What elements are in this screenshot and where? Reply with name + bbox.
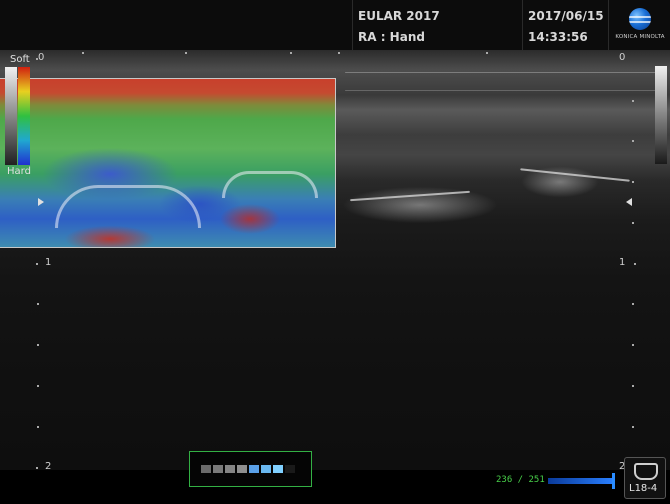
bone-contour [55, 185, 201, 228]
depth-tick [634, 263, 636, 265]
bone-contour [222, 171, 318, 198]
depth-label-left-1: 1 [45, 257, 52, 268]
depth-label-right-0: 0 [619, 52, 626, 63]
grayscale-bar [5, 67, 17, 165]
depth-tick [37, 303, 39, 305]
exam-date: 2017/06/15 [528, 9, 604, 23]
bone-surface [350, 190, 470, 202]
quality-segment [273, 465, 283, 473]
depth-tick [632, 385, 634, 387]
globe-icon [629, 8, 651, 30]
probe-icon [634, 463, 658, 480]
focus-marker-right-icon[interactable] [626, 198, 632, 206]
strain-scale [5, 67, 31, 165]
depth-tick [36, 58, 38, 60]
hard-label: Hard [7, 166, 31, 177]
probe-label: L18-4 [629, 483, 658, 494]
depth-tick [632, 222, 634, 224]
exam-label: RA : Hand [358, 30, 425, 44]
width-tick [82, 52, 84, 54]
depth-tick [36, 263, 38, 265]
depth-tick [37, 344, 39, 346]
depth-tick [632, 426, 634, 428]
depth-tick [36, 467, 38, 469]
quality-indicator [189, 451, 312, 487]
tissue-layer [345, 90, 665, 91]
probe-indicator[interactable]: L18-4 [624, 457, 666, 499]
depth-tick [37, 385, 39, 387]
quality-segment [249, 465, 259, 473]
width-tick [338, 52, 340, 54]
header-bar: EULAR 2017 RA : Hand 2017/06/15 14:33:56… [0, 0, 670, 50]
depth-tick [37, 426, 39, 428]
quality-segment [213, 465, 223, 473]
exam-time: 14:33:56 [528, 30, 588, 44]
depth-label-left-2: 2 [45, 461, 52, 472]
color-scale-bar [18, 67, 30, 165]
depth-tick [632, 303, 634, 305]
width-tick [486, 52, 488, 54]
depth-label-left-0: 0 [38, 52, 45, 63]
depth-tick [632, 344, 634, 346]
soft-label: Soft [10, 54, 30, 65]
width-tick [185, 52, 187, 54]
frame-counter: 236 / 251 [496, 475, 545, 485]
quality-segment [225, 465, 235, 473]
brand-logo: KONICA MINOLTA [612, 6, 668, 46]
width-tick [290, 52, 292, 54]
bone-surface [520, 168, 630, 182]
tissue-layer [345, 72, 665, 73]
grayscale-map-bar [655, 66, 667, 164]
cine-progress-handle[interactable] [612, 473, 615, 489]
header-divider [608, 0, 609, 50]
depth-tick [632, 181, 634, 183]
brand-name: KONICA MINOLTA [615, 34, 665, 40]
depth-label-right-1: 1 [619, 257, 626, 268]
quality-segment [237, 465, 247, 473]
header-divider [522, 0, 523, 50]
quality-segment [201, 465, 211, 473]
elastography-roi[interactable] [0, 78, 336, 248]
cine-progress-bar[interactable] [548, 478, 614, 484]
study-title: EULAR 2017 [358, 9, 440, 23]
focus-marker-left-icon[interactable] [38, 198, 44, 206]
depth-tick [632, 100, 634, 102]
quality-segment [285, 465, 295, 473]
header-divider [352, 0, 353, 50]
quality-segment [261, 465, 271, 473]
depth-tick [632, 140, 634, 142]
